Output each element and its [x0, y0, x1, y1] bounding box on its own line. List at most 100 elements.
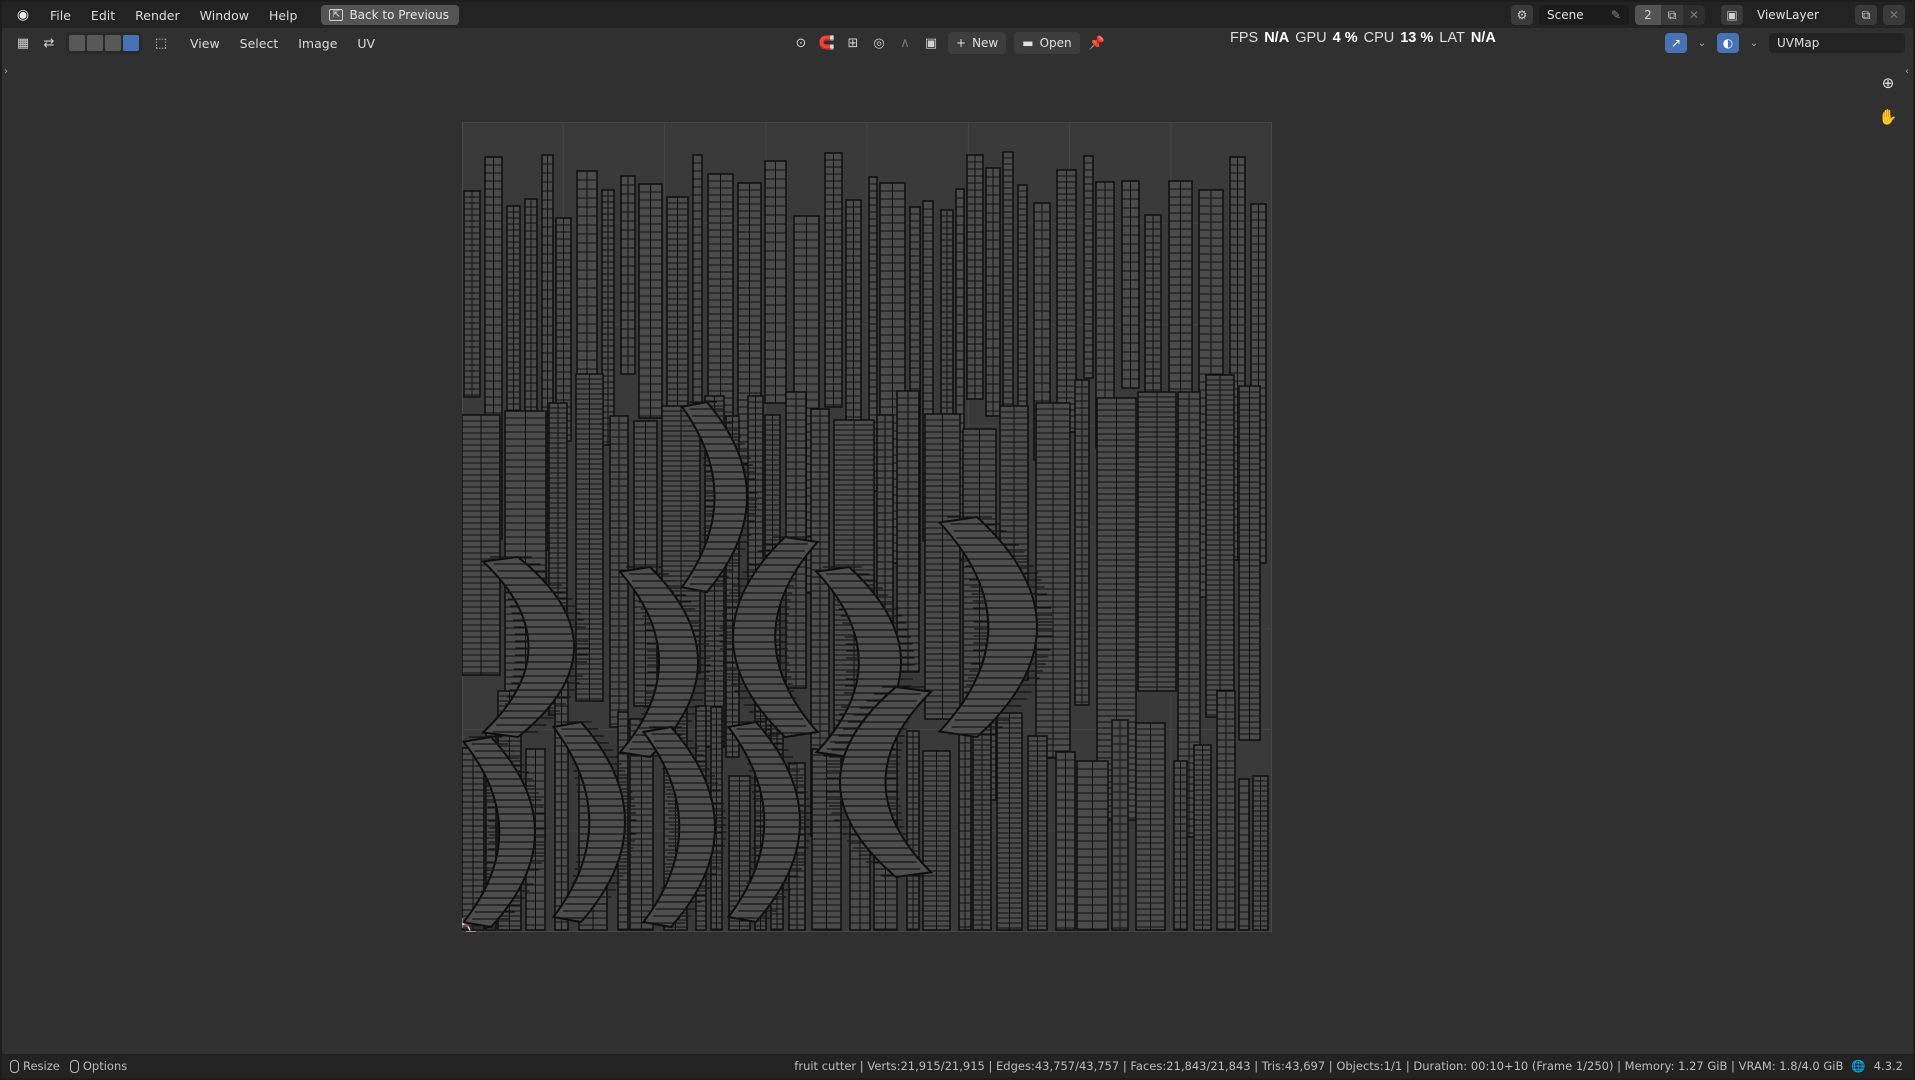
resize-label: Resize	[23, 1059, 60, 1073]
view-layer-field[interactable]: ViewLayer	[1749, 5, 1849, 25]
blender-logo-icon[interactable]: ◉	[12, 4, 34, 26]
pin-image-icon[interactable]: 📌	[1088, 34, 1106, 52]
uv-island	[692, 154, 703, 430]
new-image-button[interactable]: + New	[948, 32, 1007, 54]
header-right-tools: ↗ ⌄ ◐ ⌄ UVMap	[1665, 33, 1905, 53]
uv-island	[1193, 744, 1212, 931]
uv-editor-header: ▦ ⇄ ⬚ View Select Image UV ⊙ 🧲 ⊞ ◎ ∧ ▣ +…	[2, 28, 1913, 58]
duplicate-scene-icon[interactable]: ⧉	[1661, 5, 1683, 25]
uv-island	[633, 420, 658, 707]
uv-island	[824, 152, 843, 408]
vertex-select-icon[interactable]	[69, 35, 85, 51]
mouse-right-icon	[69, 1059, 79, 1073]
scene-name: Scene	[1547, 8, 1584, 22]
new-image-label: New	[972, 36, 999, 50]
header-menu-image[interactable]: Image	[288, 36, 347, 51]
uv-island	[1076, 760, 1109, 931]
options-hint: Options	[69, 1059, 127, 1073]
back-to-previous-button[interactable]: ⇱ Back to Previous	[321, 5, 459, 25]
edge-select-icon[interactable]	[87, 35, 103, 51]
gizmo-toggle-icon[interactable]: ↗	[1665, 33, 1687, 53]
zoom-icon[interactable]: ⊕	[1875, 70, 1901, 96]
uv-viewport[interactable]: › ‹ ⊕ ✋	[2, 58, 1913, 1054]
falloff-icon[interactable]: ∧	[896, 34, 914, 52]
header-menu-uv[interactable]: UV	[347, 36, 385, 51]
menu-window[interactable]: Window	[190, 2, 259, 28]
gpu-label: GPU	[1295, 30, 1327, 46]
uv-island	[1252, 775, 1269, 931]
back-to-previous-label: Back to Previous	[349, 8, 449, 22]
open-image-button[interactable]: ▬ Open	[1014, 32, 1080, 54]
uv-island	[462, 414, 501, 676]
sidebar-expand-icon[interactable]: ‹	[1905, 66, 1909, 77]
scene-name-field[interactable]: Scene ✎	[1539, 5, 1629, 25]
uv-layout[interactable]	[462, 122, 1272, 932]
pan-hand-icon[interactable]: ✋	[1875, 104, 1901, 130]
toolbar-expand-icon[interactable]: ›	[4, 66, 8, 77]
navigation-gizmo: ⊕ ✋	[1875, 70, 1901, 130]
header-menu-select[interactable]: Select	[230, 36, 289, 51]
uv-island	[524, 198, 538, 416]
uv-island	[1083, 155, 1094, 379]
view-layer-selector-icon[interactable]: ▣	[1721, 5, 1743, 25]
editor-type-icon[interactable]: ▦	[14, 34, 32, 52]
uv-island	[958, 726, 972, 931]
cpu-label: CPU	[1363, 30, 1395, 46]
pivot-point-icon[interactable]: ⊙	[792, 34, 810, 52]
cpu-value: 13 %	[1400, 30, 1434, 46]
proportional-edit-icon[interactable]: ◎	[870, 34, 888, 52]
new-view-layer-icon[interactable]: ⧉	[1855, 5, 1877, 25]
uv-island	[1027, 735, 1048, 931]
menu-help[interactable]: Help	[259, 2, 308, 28]
menu-render[interactable]: Render	[125, 2, 190, 28]
image-browse-icon[interactable]: ▣	[922, 34, 940, 52]
chevron-down-icon[interactable]: ⌄	[1693, 34, 1711, 52]
uvmap-field[interactable]: UVMap	[1769, 33, 1905, 53]
mouse-left-icon	[10, 1059, 19, 1073]
menu-file[interactable]: File	[40, 2, 81, 28]
folder-icon: ▬	[1022, 36, 1034, 50]
performance-overlay: FPS N/A GPU 4 % CPU 13 % LAT N/A	[1230, 28, 1496, 48]
remove-view-layer-icon[interactable]: ✕	[1883, 5, 1905, 25]
snap-target-icon[interactable]: ⊞	[844, 34, 862, 52]
resize-hint: Resize	[10, 1059, 60, 1073]
fps-label: FPS	[1230, 30, 1259, 46]
pin-icon[interactable]: ✎	[1611, 8, 1621, 22]
uv-island	[575, 373, 604, 702]
snap-icon[interactable]: 🧲	[818, 34, 836, 52]
uv-island	[554, 681, 569, 931]
uv-island	[940, 209, 954, 429]
uv-island	[620, 175, 636, 375]
uv-island	[972, 709, 992, 931]
uv-island	[1074, 379, 1090, 706]
blender-window: ◉ File Edit Render Window Help ⇱ Back to…	[2, 2, 1913, 1078]
open-image-label: Open	[1039, 36, 1072, 50]
lat-value: N/A	[1470, 30, 1496, 46]
uv-island	[906, 730, 920, 931]
plus-icon: +	[956, 36, 967, 50]
uv-island	[1238, 385, 1261, 741]
uv-island	[985, 167, 1001, 417]
fullscreen-back-icon: ⇱	[329, 9, 344, 21]
uv-island	[996, 712, 1023, 931]
scene-selector-icon[interactable]: ⚙	[1511, 5, 1533, 25]
scene-users-count[interactable]: 2	[1635, 5, 1661, 25]
uv-island	[1111, 719, 1129, 931]
uv-island	[966, 154, 984, 400]
uv-island	[1056, 169, 1077, 433]
overlay-toggle-icon[interactable]: ◐	[1717, 33, 1739, 53]
uv-island	[1216, 690, 1236, 931]
island-select-icon[interactable]	[123, 35, 139, 51]
uv-island	[811, 748, 842, 931]
uvmap-name: UVMap	[1777, 36, 1820, 50]
sync-selection-icon[interactable]: ⇄	[40, 34, 58, 52]
face-select-icon[interactable]	[105, 35, 121, 51]
header-menu-view[interactable]: View	[180, 36, 230, 51]
uv-island	[764, 160, 787, 404]
fps-value: N/A	[1264, 30, 1290, 46]
delete-scene-icon[interactable]: ✕	[1683, 5, 1705, 25]
menu-edit[interactable]: Edit	[81, 2, 125, 28]
chevron-down-icon[interactable]: ⌄	[1745, 34, 1763, 52]
blender-version: 4.3.2	[1873, 1059, 1903, 1073]
sticky-selection-icon[interactable]: ⬚	[152, 34, 170, 52]
